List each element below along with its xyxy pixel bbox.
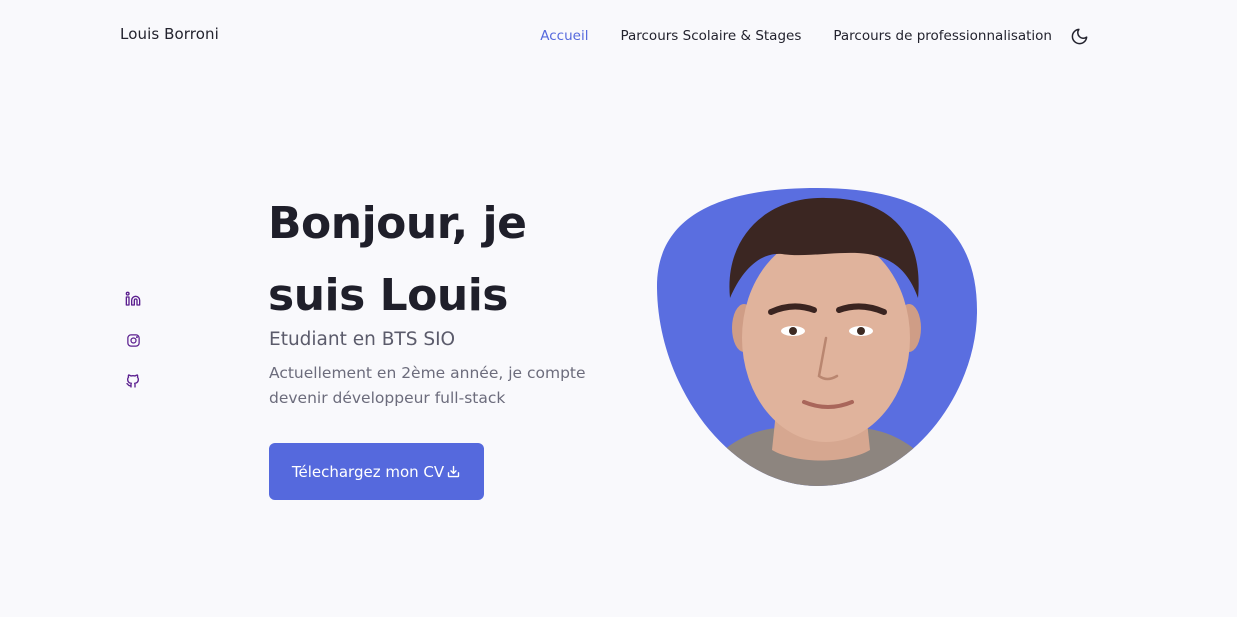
download-icon: [446, 464, 461, 479]
hero-subtitle: Etudiant en BTS SIO: [269, 329, 456, 350]
profile-avatar: [656, 188, 978, 486]
nav-link-professionnalisation[interactable]: Parcours de professionnalisation: [833, 28, 1052, 44]
download-cv-button[interactable]: Télechargez mon CV: [269, 443, 484, 500]
linkedin-icon: [125, 291, 141, 306]
main-nav: Accueil Parcours Scolaire & Stages Parco…: [508, 26, 1089, 46]
github-icon: [126, 374, 139, 388]
linkedin-link[interactable]: [124, 290, 142, 308]
site-header: Louis Borroni Accueil Parcours Scolaire …: [0, 0, 1237, 70]
hero-description: Actuellement en 2ème année, je compte de…: [269, 364, 586, 407]
github-link[interactable]: [124, 372, 142, 390]
nav-link-accueil[interactable]: Accueil: [540, 28, 588, 44]
instagram-icon: [126, 333, 140, 347]
hero-title: Bonjour, je suis Louis: [268, 198, 527, 321]
theme-toggle-button[interactable]: [1069, 26, 1089, 46]
instagram-link[interactable]: [124, 331, 142, 349]
download-cv-label: Télechargez mon CV: [291, 462, 445, 481]
site-logo[interactable]: Louis Borroni: [120, 25, 219, 43]
social-links: [124, 290, 142, 413]
nav-link-parcours-scolaire[interactable]: Parcours Scolaire & Stages: [620, 28, 801, 44]
moon-icon: [1071, 28, 1087, 44]
